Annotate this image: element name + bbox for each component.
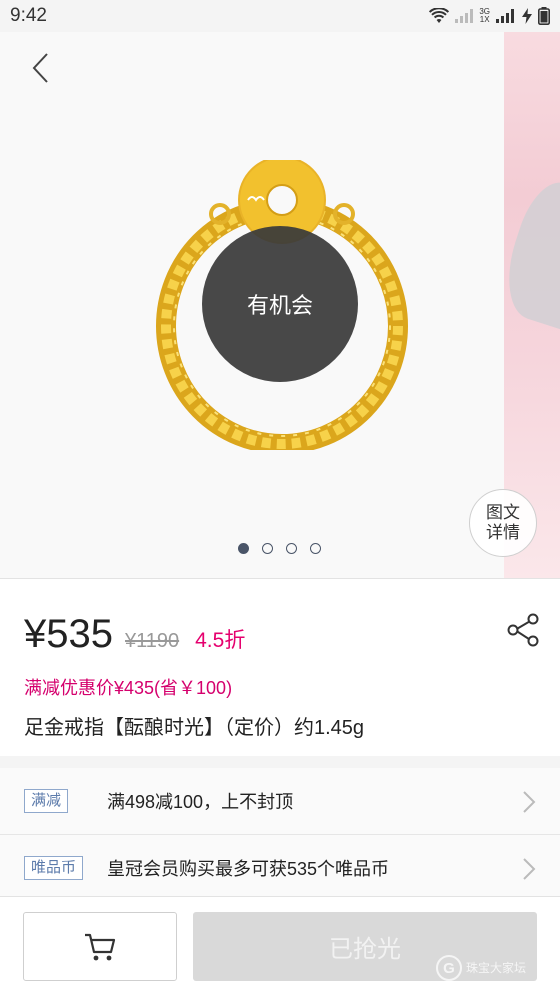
chevron-right-icon xyxy=(523,791,536,813)
status-icons: 3G 1X xyxy=(429,6,550,26)
page-indicator xyxy=(238,543,321,554)
charging-icon xyxy=(522,8,532,24)
fabric-image xyxy=(494,174,560,330)
promo-text: 皇冠会员购买最多可获535个唯品币 xyxy=(107,859,390,879)
promo-tag: 唯品币 xyxy=(24,856,84,880)
promo-row-coins[interactable]: 唯品币 皇冠会员购买最多可获535个唯品币 xyxy=(0,835,560,901)
promo-text: 满498减100，上不封顶 xyxy=(107,792,294,812)
watermark-logo: G xyxy=(436,955,462,981)
chevron-right-icon xyxy=(523,858,536,880)
detail-button-line1: 图文 xyxy=(486,503,520,522)
signal-strong-icon xyxy=(496,9,514,23)
network-type-bottom: 1X xyxy=(479,15,490,24)
status-time: 9:42 xyxy=(10,5,47,26)
watermark: G 珠宝大家坛 xyxy=(436,955,526,981)
page-dot[interactable] xyxy=(238,543,249,554)
battery-icon xyxy=(538,7,550,25)
product-title: 足金戒指【酝酿时光】（定价）约1.45g xyxy=(24,717,365,739)
cart-button[interactable] xyxy=(23,912,177,981)
cart-icon xyxy=(85,933,116,960)
detail-button-line2: 详情 xyxy=(486,523,520,542)
promo-price: 满减优惠价¥435(省￥100) xyxy=(24,678,233,698)
chevron-left-icon xyxy=(32,53,48,83)
back-button[interactable] xyxy=(26,50,58,86)
current-price: ¥535 xyxy=(24,612,113,656)
image-detail-button[interactable]: 图文 详情 xyxy=(469,489,537,557)
watermark-text: 珠宝大家坛 xyxy=(466,961,527,975)
original-price: ¥1190 xyxy=(124,630,180,652)
product-gallery[interactable]: 有机会 图文 详情 xyxy=(0,32,560,578)
chance-overlay: 有机会 xyxy=(202,226,358,382)
wifi-icon xyxy=(429,8,450,23)
promo-row-discount[interactable]: 满减 满498减100，上不封顶 xyxy=(0,768,560,834)
page-dot[interactable] xyxy=(310,543,321,554)
page-dot[interactable] xyxy=(286,543,297,554)
signal-weak-icon xyxy=(455,9,474,23)
page-dot[interactable] xyxy=(262,543,273,554)
section-gap xyxy=(0,756,560,768)
network-type-label: 3G 1X xyxy=(479,8,490,24)
bottom-action-bar: 已抢光 G 珠宝大家坛 xyxy=(0,896,560,996)
promo-tag: 满减 xyxy=(24,789,69,813)
price-row: ¥535 ¥1190 4.5折 xyxy=(24,612,245,657)
divider xyxy=(0,578,560,579)
share-icon xyxy=(507,613,539,647)
share-button[interactable] xyxy=(506,612,540,648)
status-bar: 9:42 3G 1X xyxy=(0,0,560,32)
discount-label: 4.5折 xyxy=(195,629,246,652)
